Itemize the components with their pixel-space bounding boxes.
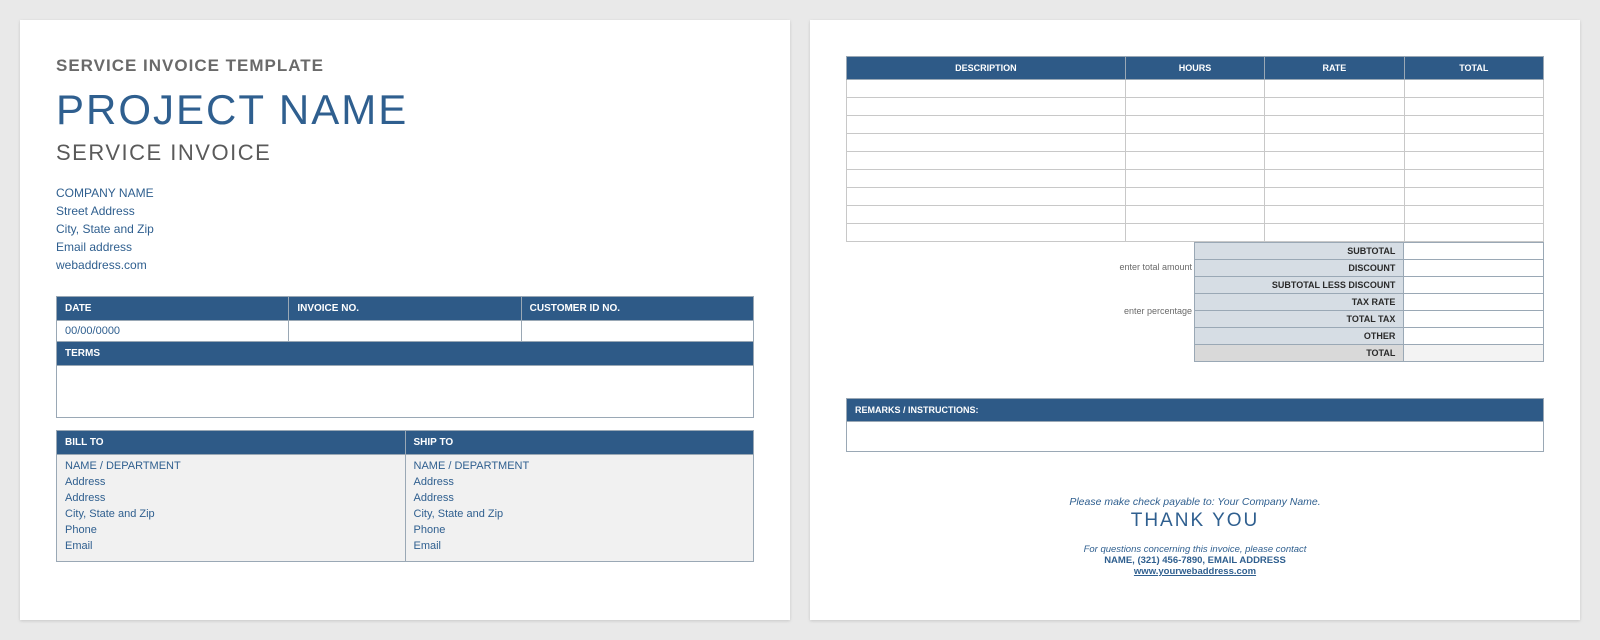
company-csz: City, State and Zip (56, 220, 754, 238)
ship-to-header: SHIP TO (406, 431, 754, 454)
footer-questions: For questions concerning this invoice, p… (846, 544, 1544, 555)
label-subtotal: SUBTOTAL (1195, 243, 1404, 260)
table-row[interactable] (847, 98, 1544, 116)
ship-to-col[interactable]: NAME / DEPARTMENT Address Address City, … (406, 455, 754, 561)
company-web: webaddress.com (56, 256, 754, 274)
totals-wrap: enter total amount enter percentage SUBT… (846, 242, 1544, 362)
footer-thank-you: THANK YOU (846, 510, 1544, 532)
table-row[interactable] (847, 188, 1544, 206)
company-email: Email address (56, 238, 754, 256)
ship-line: Address (414, 491, 746, 507)
col-hours: HOURS (1125, 57, 1264, 80)
label-total: TOTAL (1195, 345, 1404, 362)
bill-line: Address (65, 491, 397, 507)
footer-contact: NAME, (321) 456-7890, EMAIL ADDRESS (846, 555, 1544, 566)
totals-hints: enter total amount enter percentage (1119, 242, 1192, 316)
table-row[interactable] (847, 224, 1544, 242)
ship-line: Phone (414, 523, 746, 539)
bill-to-col[interactable]: NAME / DEPARTMENT Address Address City, … (57, 455, 406, 561)
val-subtotal-less-discount[interactable] (1404, 277, 1544, 294)
invoice-page-2: DESCRIPTION HOURS RATE TOTAL enter total… (810, 20, 1580, 620)
footer-payable: Please make check payable to: Your Compa… (846, 496, 1544, 508)
table-row[interactable] (847, 134, 1544, 152)
invoice-page-1: SERVICE INVOICE TEMPLATE PROJECT NAME SE… (20, 20, 790, 620)
company-block: COMPANY NAME Street Address City, State … (56, 184, 754, 274)
ship-line: Email (414, 539, 746, 555)
val-total[interactable] (1404, 345, 1544, 362)
info-value-row: 00/00/0000 (56, 321, 754, 342)
table-row[interactable] (847, 206, 1544, 224)
val-discount[interactable] (1404, 260, 1544, 277)
info-header-row: DATE INVOICE NO. CUSTOMER ID NO. (56, 296, 754, 321)
party-headers: BILL TO SHIP TO (56, 430, 754, 455)
bill-line: Address (65, 475, 397, 491)
label-total-tax: TOTAL TAX (1195, 311, 1404, 328)
hint-percent: enter percentage (1119, 306, 1192, 316)
footer-url[interactable]: www.yourwebaddress.com (846, 566, 1544, 577)
project-name: PROJECT NAME (56, 86, 754, 134)
val-total-tax[interactable] (1404, 311, 1544, 328)
ship-line: Address (414, 475, 746, 491)
label-other: OTHER (1195, 328, 1404, 345)
label-tax-rate: TAX RATE (1195, 294, 1404, 311)
remarks-body[interactable] (846, 422, 1544, 452)
party-body: NAME / DEPARTMENT Address Address City, … (56, 455, 754, 562)
subtitle: SERVICE INVOICE (56, 140, 754, 166)
template-title: SERVICE INVOICE TEMPLATE (56, 56, 754, 76)
bill-line: Phone (65, 523, 397, 539)
value-date[interactable]: 00/00/0000 (57, 321, 289, 341)
bill-line: Email (65, 539, 397, 555)
value-invoice-no[interactable] (289, 321, 521, 341)
val-subtotal[interactable] (1404, 243, 1544, 260)
remarks-header: REMARKS / INSTRUCTIONS: (846, 398, 1544, 422)
header-date: DATE (57, 297, 289, 320)
terms-header: TERMS (56, 342, 754, 366)
col-description: DESCRIPTION (847, 57, 1126, 80)
header-customer-id: CUSTOMER ID NO. (522, 297, 753, 320)
line-items-table: DESCRIPTION HOURS RATE TOTAL (846, 56, 1544, 242)
bill-line: NAME / DEPARTMENT (65, 459, 397, 475)
company-name: COMPANY NAME (56, 184, 754, 202)
bill-line: City, State and Zip (65, 507, 397, 523)
col-rate: RATE (1265, 57, 1404, 80)
value-customer-id[interactable] (522, 321, 753, 341)
table-row[interactable] (847, 170, 1544, 188)
label-discount: DISCOUNT (1195, 260, 1404, 277)
ship-line: NAME / DEPARTMENT (414, 459, 746, 475)
bill-to-header: BILL TO (57, 431, 406, 454)
company-street: Street Address (56, 202, 754, 220)
header-invoice-no: INVOICE NO. (289, 297, 521, 320)
val-other[interactable] (1404, 328, 1544, 345)
table-row[interactable] (847, 152, 1544, 170)
table-row[interactable] (847, 116, 1544, 134)
col-total: TOTAL (1404, 57, 1543, 80)
table-row[interactable] (847, 80, 1544, 98)
ship-line: City, State and Zip (414, 507, 746, 523)
hint-amount: enter total amount (1119, 262, 1192, 272)
line-items-body (847, 80, 1544, 242)
terms-body[interactable] (56, 366, 754, 418)
val-tax-rate[interactable] (1404, 294, 1544, 311)
totals-table: SUBTOTAL DISCOUNT SUBTOTAL LESS DISCOUNT… (1194, 242, 1544, 362)
footer: Please make check payable to: Your Compa… (846, 496, 1544, 577)
label-subtotal-less-discount: SUBTOTAL LESS DISCOUNT (1195, 277, 1404, 294)
